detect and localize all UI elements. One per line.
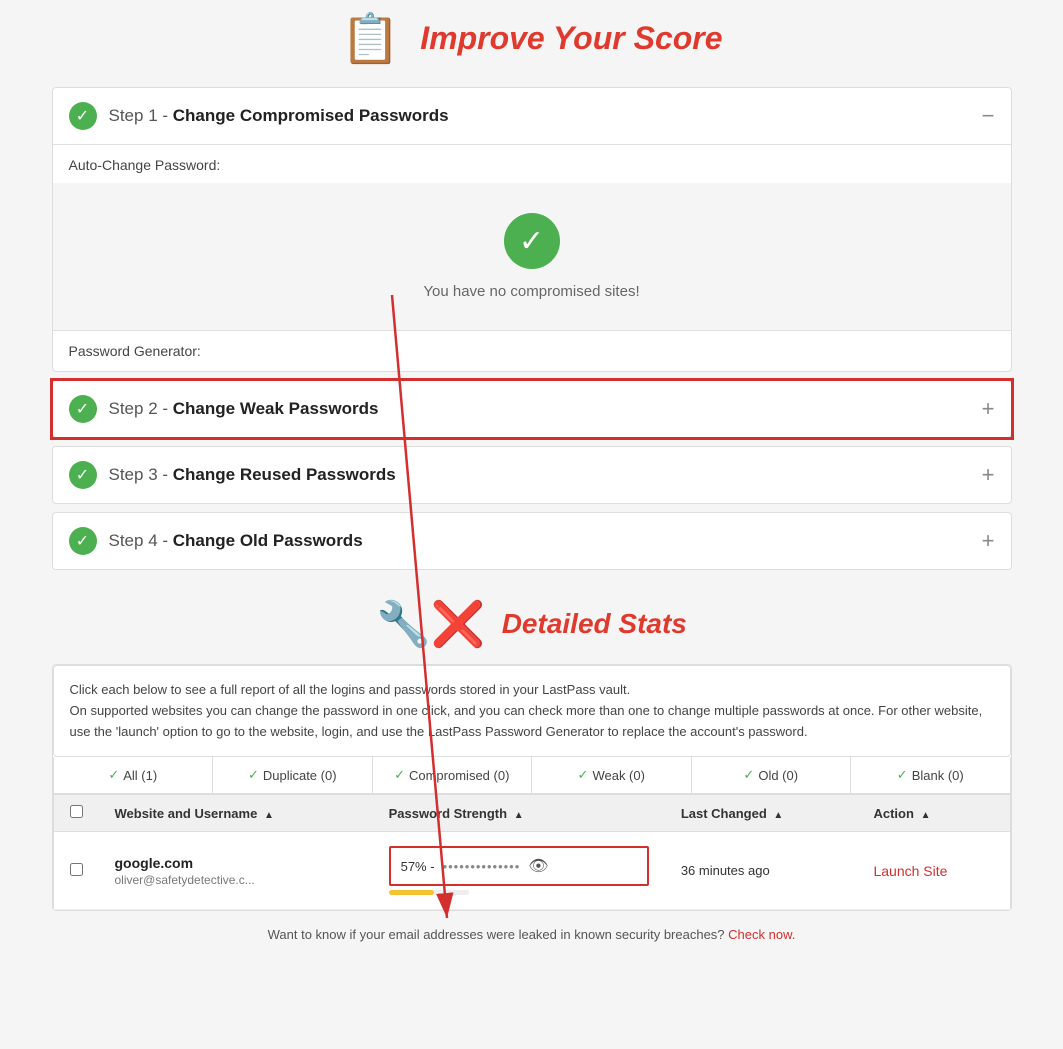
select-all-checkbox-col[interactable] [53,795,99,832]
step-3-check-icon: ✓ [69,461,97,489]
site-username: oliver@safetydetective.c... [115,873,357,887]
col-strength-label: Password Strength [389,806,507,821]
table-row: google.com oliver@safetydetective.c... 5… [53,832,1010,910]
col-last-changed-label: Last Changed [681,806,767,821]
blank-check-icon: ✓ [897,767,908,783]
col-action-sort-icon: ▲ [921,810,931,821]
step-3-toggle[interactable]: + [982,462,995,488]
col-strength-sort-icon: ▲ [514,810,524,821]
strength-bar-wrap [389,890,469,895]
col-action-label: Action [873,806,913,821]
detailed-stats-title: Detailed Stats [502,608,687,640]
step-1-content: Auto-Change Password: ✓ You have no comp… [53,144,1011,371]
detailed-stats-header: 🔧❌ Detailed Stats [52,578,1012,664]
footer-text: Want to know if your email addresses wer… [268,927,725,942]
duplicate-check-icon: ✓ [248,767,259,783]
launch-site-button[interactable]: Launch Site [873,863,947,879]
improve-score-title: Improve Your Score [420,20,722,57]
main-content: ✓ Step 1 - Change Compromised Passwords … [52,87,1012,958]
step-1-header[interactable]: ✓ Step 1 - Change Compromised Passwords … [53,88,1011,144]
col-action[interactable]: Action ▲ [857,795,1010,832]
table-header-row: Website and Username ▲ Password Strength… [53,795,1010,832]
password-generator-label: Password Generator: [53,330,1011,371]
filter-tabs: ✓ All (1) ✓ Duplicate (0) ✓ Compromised … [53,757,1011,794]
old-check-icon: ✓ [743,767,754,783]
filter-tab-blank[interactable]: ✓ Blank (0) [851,757,1010,793]
filter-tab-duplicate[interactable]: ✓ Duplicate (0) [213,757,373,793]
weak-check-icon: ✓ [578,767,589,783]
step-4-header[interactable]: ✓ Step 4 - Change Old Passwords + [53,513,1011,569]
last-changed-value: 36 minutes ago [681,863,770,878]
filter-tab-compromised[interactable]: ✓ Compromised (0) [373,757,533,793]
row-site-cell: google.com oliver@safetydetective.c... [99,832,373,910]
step-3-label: Step 3 - Change Reused Passwords [109,465,396,485]
filter-tab-old-label: Old (0) [758,768,798,783]
col-website-label: Website and Username [115,806,258,821]
no-compromised-check-icon: ✓ [504,213,560,269]
all-check-icon: ✓ [108,767,119,783]
row-action-cell[interactable]: Launch Site [857,832,1010,910]
eye-icon[interactable]: 👁 [528,856,548,876]
password-strength-box: 57% - •••••••••••••• 👁 [389,846,649,886]
step-3-header[interactable]: ✓ Step 3 - Change Reused Passwords + [53,447,1011,503]
info-text: Click each below to see a full report of… [70,682,983,739]
filter-tab-weak[interactable]: ✓ Weak (0) [532,757,692,793]
step-3-title: Change Reused Passwords [173,465,396,484]
row-checkbox-col[interactable] [53,832,99,910]
row-checkbox[interactable] [70,863,83,876]
step-4-toggle[interactable]: + [982,528,995,554]
filter-tab-weak-label: Weak (0) [592,768,645,783]
strength-percent: 57% - [401,859,435,874]
col-last-changed-sort-icon: ▲ [773,810,783,821]
strength-dots: •••••••••••••• [443,859,521,874]
step-4-card: ✓ Step 4 - Change Old Passwords + [52,512,1012,570]
compromised-check-icon: ✓ [394,767,405,783]
step-1-label: Step 1 - Change Compromised Passwords [109,106,449,126]
stats-section: Click each below to see a full report of… [52,664,1012,911]
row-strength-cell: 57% - •••••••••••••• 👁 [373,832,665,910]
steps-section: ✓ Step 1 - Change Compromised Passwords … [52,87,1012,570]
password-table: Website and Username ▲ Password Strength… [53,794,1011,910]
tools-icon: 🔧❌ [376,598,486,650]
step-1-check-icon: ✓ [69,102,97,130]
step-4-title: Change Old Passwords [173,531,363,550]
check-now-link[interactable]: Check now. [728,927,795,942]
page-header: 📋 Improve Your Score [0,0,1063,87]
col-website-sort-icon: ▲ [264,810,274,821]
step-2-toggle[interactable]: + [982,396,995,422]
footer-note: Want to know if your email addresses wer… [52,911,1012,958]
strength-bar [389,890,435,895]
step-2-header[interactable]: ✓ Step 2 - Change Weak Passwords + [53,381,1011,437]
step-4-label: Step 4 - Change Old Passwords [109,531,363,551]
info-box: Click each below to see a full report of… [53,665,1011,757]
step-2-check-icon: ✓ [69,395,97,423]
step-1-card: ✓ Step 1 - Change Compromised Passwords … [52,87,1012,372]
step-2-title: Change Weak Passwords [173,399,379,418]
filter-tab-all-label: All (1) [123,768,157,783]
step-4-check-icon: ✓ [69,527,97,555]
filter-tab-old[interactable]: ✓ Old (0) [692,757,852,793]
filter-tab-all[interactable]: ✓ All (1) [54,757,214,793]
auto-change-label: Auto-Change Password: [53,145,1011,183]
step-1-toggle[interactable]: − [982,103,995,129]
step-3-card: ✓ Step 3 - Change Reused Passwords + [52,446,1012,504]
col-last-changed[interactable]: Last Changed ▲ [665,795,858,832]
no-compromised-box: ✓ You have no compromised sites! [53,183,1011,330]
filter-tab-compromised-label: Compromised (0) [409,768,509,783]
col-website[interactable]: Website and Username ▲ [99,795,373,832]
filter-tab-blank-label: Blank (0) [912,768,964,783]
step-1-title: Change Compromised Passwords [173,106,449,125]
select-all-checkbox[interactable] [70,805,83,818]
step-2-card: ✓ Step 2 - Change Weak Passwords + [52,380,1012,438]
clipboard-icon: 📋 [340,10,400,67]
no-compromised-message: You have no compromised sites! [423,283,639,300]
col-strength[interactable]: Password Strength ▲ [373,795,665,832]
filter-tab-duplicate-label: Duplicate (0) [263,768,337,783]
site-name: google.com [115,855,357,871]
step-2-label: Step 2 - Change Weak Passwords [109,399,379,419]
row-last-changed-cell: 36 minutes ago [665,832,858,910]
